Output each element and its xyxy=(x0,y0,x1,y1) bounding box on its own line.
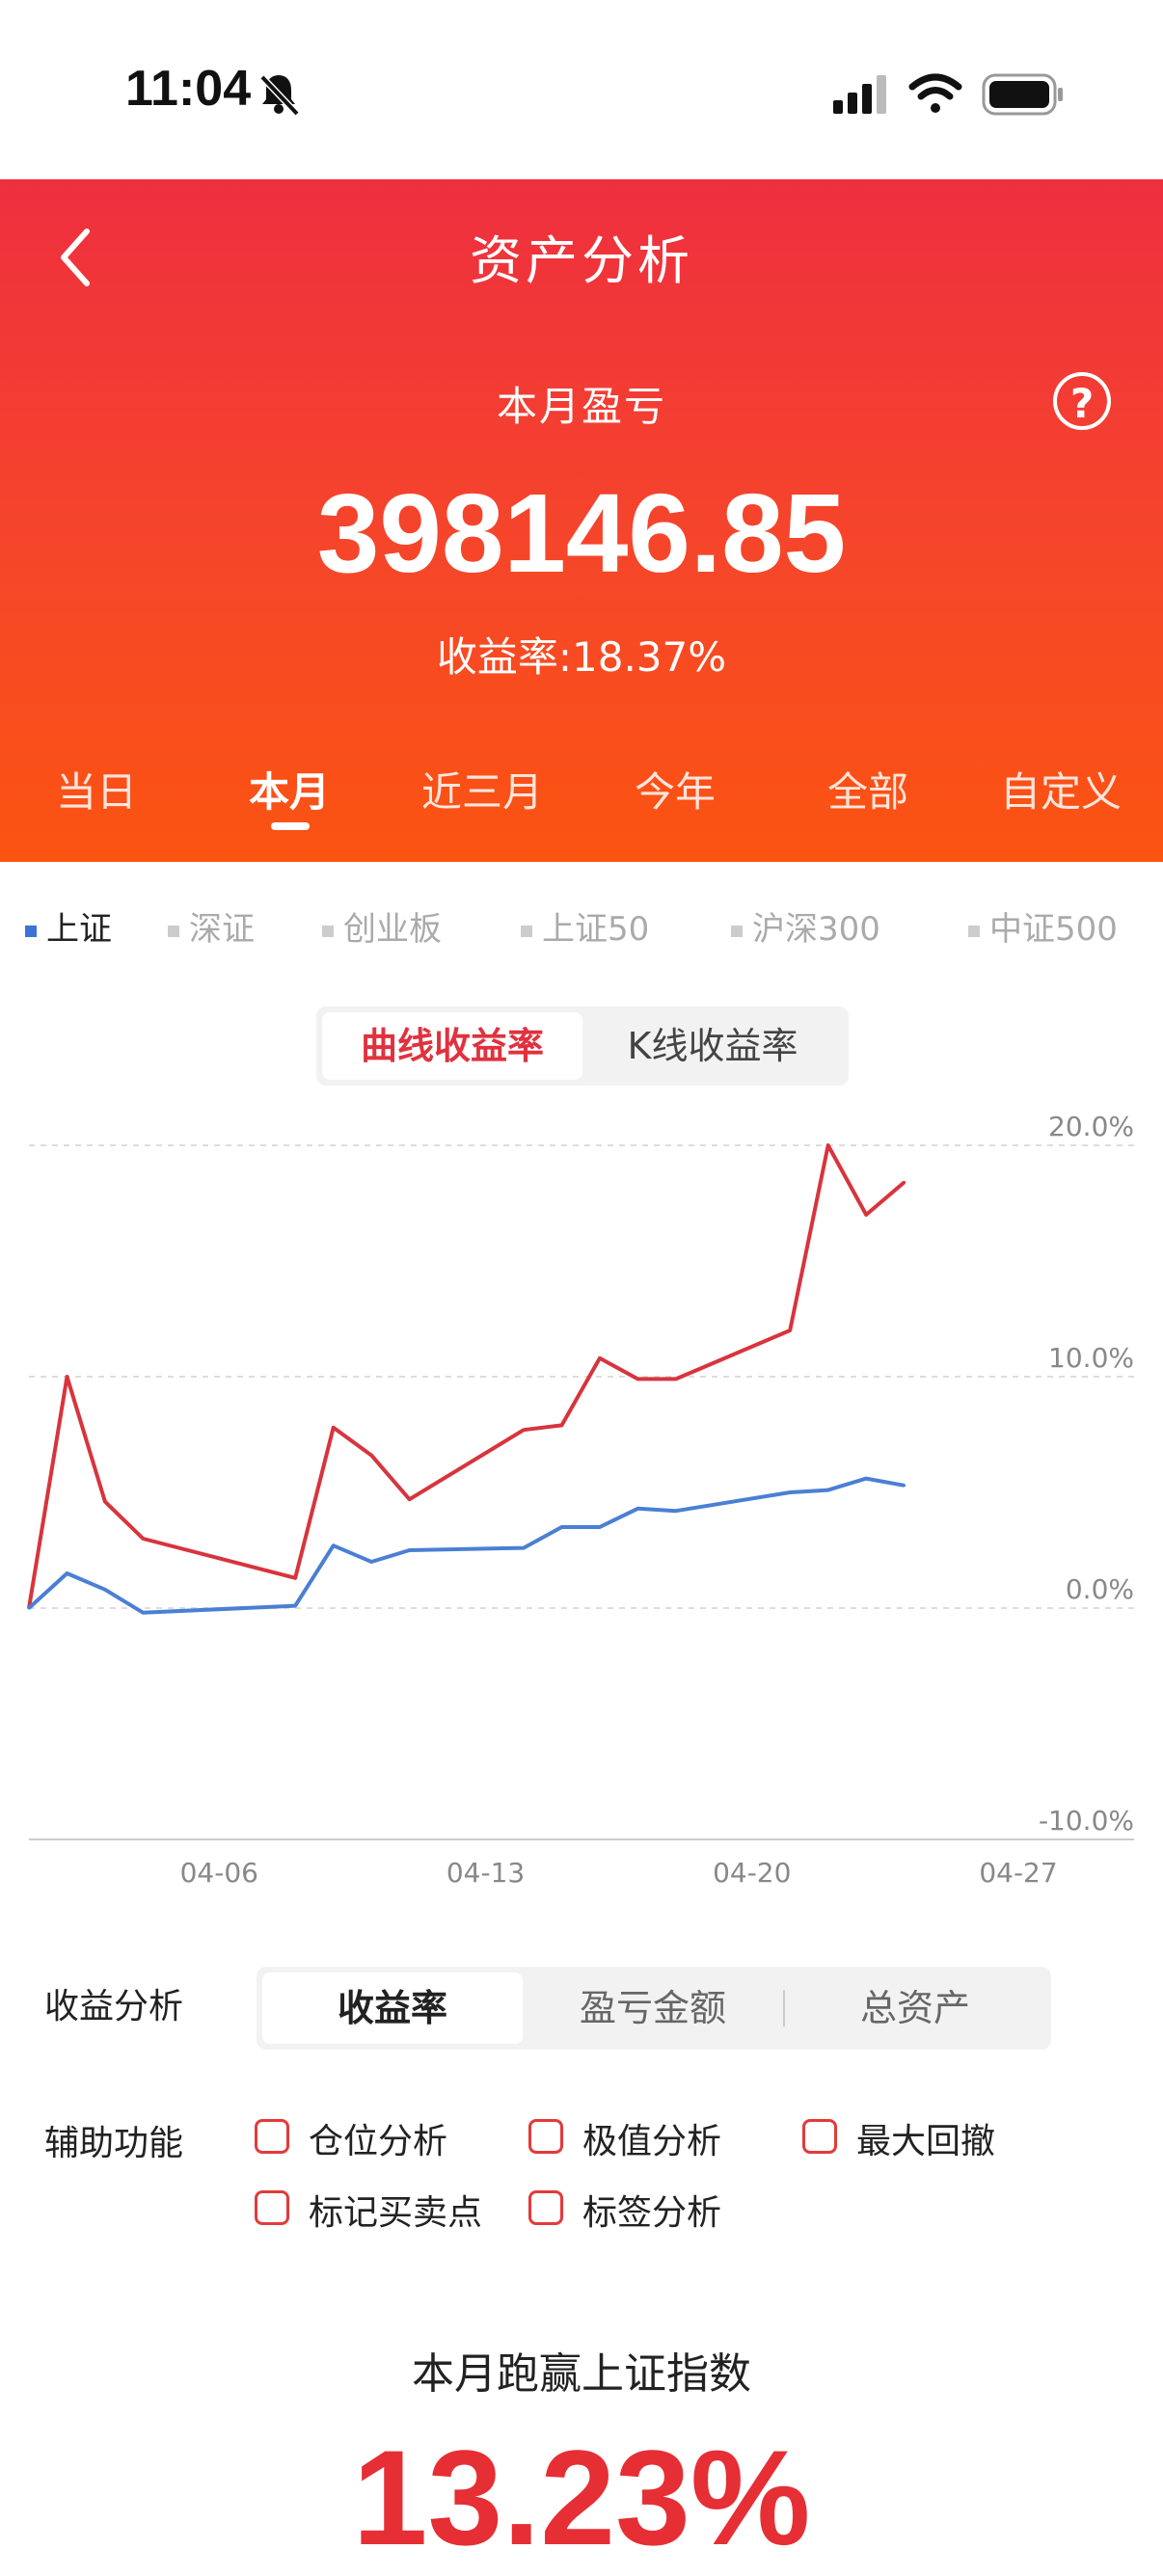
index-tab-chinext[interactable]: 创业板 xyxy=(322,902,442,950)
index-point xyxy=(826,1489,830,1492)
index-tab-shanghai[interactable]: 上证 xyxy=(25,902,112,950)
x-tick-label: 04-06 xyxy=(180,1857,258,1889)
y-tick-label: -10.0% xyxy=(1039,1805,1134,1837)
active-tab-indicator xyxy=(271,822,310,830)
portfolio-point xyxy=(903,1180,906,1184)
portfolio-point xyxy=(522,1428,526,1432)
index-point xyxy=(522,1546,526,1550)
x-tick-label: 04-20 xyxy=(713,1857,791,1889)
checkbox-icon[interactable] xyxy=(255,2190,289,2225)
index-point xyxy=(369,1560,373,1564)
index-tab-csi300[interactable]: 沪深300 xyxy=(731,902,880,950)
index-point xyxy=(864,1477,868,1481)
tab-three-months[interactable]: 近三月 xyxy=(386,760,579,818)
index-point xyxy=(141,1611,145,1615)
beat-index-value: 13.23% xyxy=(352,2422,811,2573)
segment-total-assets[interactable]: 总资产 xyxy=(785,1972,1045,2044)
status-time: 11:04 xyxy=(125,61,252,117)
analysis-label: 收益分析 xyxy=(44,1987,184,2026)
index-point xyxy=(293,1604,297,1608)
portfolio-point xyxy=(826,1143,830,1147)
portfolio-point xyxy=(369,1454,373,1458)
checkbox-label: 极值分析 xyxy=(582,2122,722,2161)
y-tick-label: 0.0% xyxy=(1066,1573,1134,1605)
checkbox-icon[interactable] xyxy=(255,2119,289,2154)
mute-bell-icon xyxy=(259,74,300,117)
battery-icon xyxy=(982,73,1063,116)
index-point xyxy=(332,1543,336,1547)
profit-loss-value: 398146.85 xyxy=(316,470,847,596)
index-point xyxy=(598,1525,602,1529)
portfolio-point xyxy=(408,1497,412,1501)
portfolio-point xyxy=(788,1328,792,1332)
index-point xyxy=(559,1525,563,1529)
tab-custom[interactable]: 自定义 xyxy=(964,760,1157,818)
index-point xyxy=(103,1588,107,1592)
portfolio-point xyxy=(332,1426,336,1430)
index-tab-sse50[interactable]: 上证50 xyxy=(521,902,649,950)
legend-square-icon xyxy=(322,925,334,937)
index-point xyxy=(903,1484,906,1488)
portfolio-point xyxy=(636,1377,639,1381)
legend-square-icon xyxy=(968,925,980,937)
beat-index-label: 本月跑赢上证指数 xyxy=(412,2349,751,2399)
month-pnl-label: 本月盈亏 xyxy=(496,383,666,430)
portfolio-point xyxy=(559,1423,563,1427)
index-point xyxy=(636,1507,639,1511)
index-tab-shenzhen[interactable]: 深证 xyxy=(168,902,255,950)
portfolio-point xyxy=(674,1377,678,1381)
portfolio-point xyxy=(598,1356,602,1360)
checkbox-icon[interactable] xyxy=(528,2190,563,2225)
segment-pnl-amount[interactable]: 盈亏金额 xyxy=(523,1972,783,2044)
aux-label: 辅助功能 xyxy=(44,2124,184,2163)
segment-return-rate[interactable]: 收益率 xyxy=(262,1972,523,2044)
curve-return-button[interactable]: 曲线收益率 xyxy=(322,1012,582,1080)
checkbox-icon[interactable] xyxy=(802,2119,837,2154)
return-line-chart[interactable]: 20.0% 10.0% 0.0% -10.0% 04-06 04-13 04-20 04-27 xyxy=(0,1099,1163,1909)
index-point xyxy=(408,1548,412,1552)
x-tick-label: 04-13 xyxy=(446,1857,525,1889)
portfolio-point xyxy=(103,1500,107,1504)
checkbox-icon[interactable] xyxy=(528,2119,563,2154)
legend-square-icon xyxy=(168,925,179,937)
index-point xyxy=(27,1606,31,1610)
index-point xyxy=(788,1490,792,1494)
checkbox-label: 最大回撤 xyxy=(856,2122,996,2161)
tab-this-month[interactable]: 本月 xyxy=(193,760,386,818)
checkbox-label: 标记买卖点 xyxy=(309,2193,483,2233)
legend-square-icon xyxy=(521,925,532,937)
y-tick-label: 20.0% xyxy=(1048,1111,1134,1142)
portfolio-point xyxy=(65,1375,68,1379)
legend-square-icon xyxy=(731,925,743,937)
checkbox-label: 标签分析 xyxy=(582,2193,722,2233)
index-point xyxy=(674,1509,678,1513)
kline-return-button[interactable]: K线收益率 xyxy=(582,1012,843,1080)
status-bar: 11:04 xyxy=(0,0,1163,179)
return-rate: 收益率:18.37% xyxy=(436,633,727,681)
x-tick-label: 04-27 xyxy=(979,1857,1057,1889)
index-tab-csi500[interactable]: 中证500 xyxy=(968,902,1118,950)
index-return-line xyxy=(27,1476,905,1615)
y-tick-label: 10.0% xyxy=(1048,1342,1134,1374)
portfolio-point xyxy=(293,1576,297,1580)
tab-this-year[interactable]: 今年 xyxy=(579,760,771,818)
index-point xyxy=(65,1571,68,1575)
portfolio-point xyxy=(141,1537,145,1541)
checkbox-label: 仓位分析 xyxy=(309,2122,448,2161)
signal-icon xyxy=(833,75,886,114)
page-title: 资产分析 xyxy=(470,230,693,291)
portfolio-point xyxy=(864,1213,868,1217)
wifi-icon xyxy=(908,73,962,113)
tab-all[interactable]: 全部 xyxy=(771,760,964,818)
legend-square-icon xyxy=(25,925,37,937)
help-icon[interactable]: ? xyxy=(1053,372,1111,430)
tab-today[interactable]: 当日 xyxy=(0,760,193,818)
